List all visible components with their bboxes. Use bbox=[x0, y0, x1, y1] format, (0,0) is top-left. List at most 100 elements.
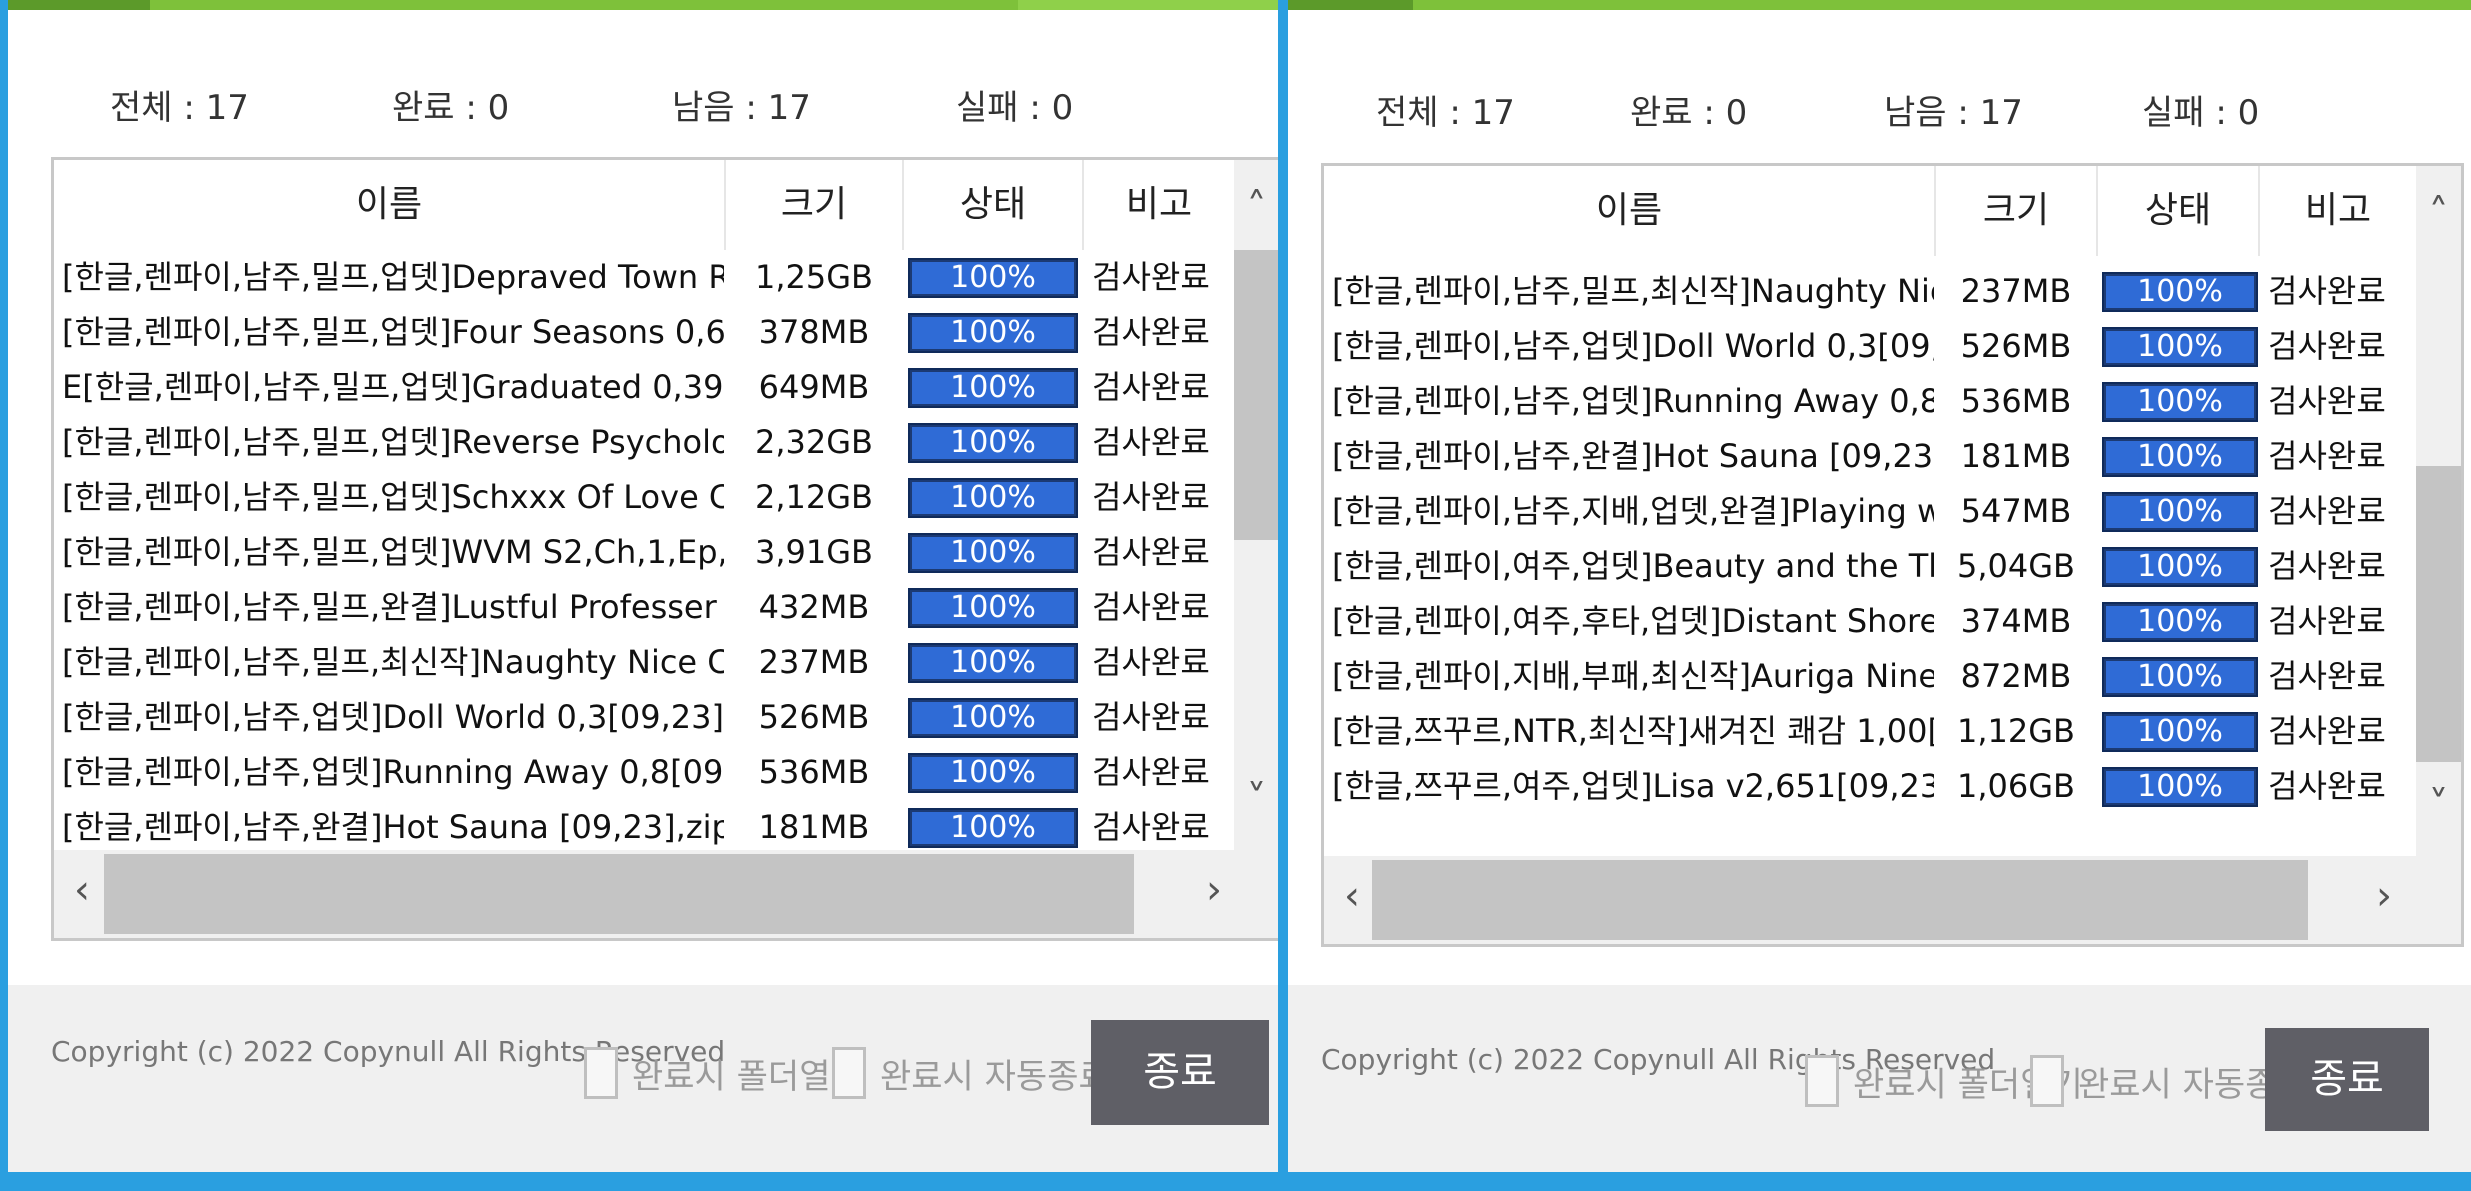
list-item[interactable]: [한글,렌파이,남주,완결]Hot Sauna [09,23],zip,ezc 1… bbox=[54, 800, 1234, 855]
list-item[interactable]: [한글,렌파이,여주,후타,업뎃]Distant Shores, SAGA 0,… bbox=[1324, 594, 2416, 649]
horizontal-scrollbar[interactable]: ‹ › bbox=[54, 850, 1278, 938]
vertical-scroll-thumb[interactable] bbox=[1234, 250, 1278, 540]
open-folder-checkbox[interactable]: 완료시 폴더열기 bbox=[584, 1047, 862, 1099]
file-size: 536MB bbox=[1960, 382, 2072, 420]
list-item[interactable]: [한글,렌파이,남주,밀프,완결]Lustful Professer [09,2… bbox=[54, 580, 1234, 635]
progress-bar: 100% bbox=[2102, 492, 2258, 532]
vertical-scrollbar[interactable]: ˄ ˅ bbox=[2416, 166, 2461, 856]
close-button[interactable]: 종료 bbox=[1091, 1020, 1269, 1125]
list-item[interactable]: [한글,쯔꾸르,여주,업뎃]Lisa v2,651[09,23],zip,ezc… bbox=[1324, 759, 2416, 814]
file-note: 검사완료 bbox=[1092, 313, 1210, 351]
file-name: [한글,렌파이,남주,업뎃]Doll World 0,3[09,23],zip,… bbox=[1332, 327, 1934, 365]
file-size: 649MB bbox=[758, 368, 870, 406]
file-note: 검사완료 bbox=[1092, 698, 1210, 736]
file-list[interactable]: 이름 크기 상태 비고 [한글,렌파이,남주,밀프,최신작]Naughty Ni… bbox=[1321, 163, 2464, 947]
progress-bar: 100% bbox=[2102, 767, 2258, 807]
progress-label: 100% bbox=[2137, 274, 2223, 309]
list-header: 이름 크기 상태 비고 bbox=[1324, 166, 2416, 256]
summary-remain: 남음 : 17 bbox=[672, 88, 811, 128]
auto-close-label: 완료시 자동종료 bbox=[880, 1056, 1110, 1097]
auto-close-checkbox[interactable]: 완료시 자동종료 bbox=[832, 1047, 1110, 1099]
progress-bar: 100% bbox=[2102, 382, 2258, 422]
list-item[interactable]: [한글,렌파이,지배,부패,최신작]Auriga Nine 0,1[09,23]… bbox=[1324, 649, 2416, 704]
list-item[interactable]: [한글,렌파이,남주,업뎃]Doll World 0,3[09,23],zip,… bbox=[54, 690, 1234, 745]
checkbox-box[interactable] bbox=[832, 1047, 866, 1099]
chevron-down-icon[interactable]: ˅ bbox=[2416, 786, 2461, 826]
file-size: 872MB bbox=[1960, 657, 2072, 695]
chevron-up-icon[interactable]: ˄ bbox=[1234, 188, 1278, 228]
list-item[interactable]: [한글,렌파이,남주,밀프,최신작]Naughty Nice Ch,1[09,2… bbox=[1324, 264, 2416, 319]
file-size: 378MB bbox=[758, 313, 870, 351]
list-item[interactable]: [한글,렌파이,남주,밀프,업뎃]WVM S2,Ch,1,Ep,2[09,23]… bbox=[54, 525, 1234, 580]
file-note: 검사완료 bbox=[2268, 602, 2386, 640]
checkbox-box[interactable] bbox=[1805, 1055, 1839, 1107]
list-item[interactable]: [한글,렌파이,남주,밀프,최신작]Naughty Nice Ch,1[09,2… bbox=[54, 635, 1234, 690]
file-name: [한글,렌파이,남주,밀프,완결]Lustful Professer [09,2… bbox=[62, 588, 724, 626]
list-item[interactable]: E[한글,렌파이,남주,밀프,업뎃]Graduated 0,39[09,23],… bbox=[54, 360, 1234, 415]
column-name[interactable]: 이름 bbox=[54, 160, 724, 250]
column-note[interactable]: 비고 bbox=[2260, 166, 2416, 256]
column-name[interactable]: 이름 bbox=[1324, 166, 1934, 256]
progress-label: 100% bbox=[950, 645, 1036, 680]
list-item[interactable]: [한글,렌파이,남주,밀프,업뎃]Reverse Psychology 0,15… bbox=[54, 415, 1234, 470]
chevron-left-icon[interactable]: ‹ bbox=[62, 870, 102, 910]
title-accent-bar bbox=[8, 0, 1278, 10]
summary-total: 전체 : 17 bbox=[110, 88, 249, 128]
file-name: [한글,렌파이,남주,업뎃]Running Away 0,8[09,23],zi… bbox=[1332, 382, 1934, 420]
list-item[interactable]: [한글,렌파이,여주,업뎃]Beauty and the Thug 0,1,2a… bbox=[1324, 539, 2416, 594]
file-name: [한글,렌파이,남주,밀프,업뎃]WVM S2,Ch,1,Ep,2[09,23]… bbox=[62, 533, 724, 571]
vertical-scroll-thumb[interactable] bbox=[2416, 466, 2461, 762]
file-name: [한글,쯔꾸르,여주,업뎃]Lisa v2,651[09,23],zip,ezc bbox=[1332, 767, 1934, 805]
chevron-right-icon[interactable]: › bbox=[1194, 870, 1234, 910]
summary-total: 전체 : 17 bbox=[1376, 93, 1515, 133]
list-item[interactable]: [한글,렌파이,남주,업뎃]Running Away 0,8[09,23],zi… bbox=[54, 745, 1234, 800]
horizontal-scroll-thumb[interactable] bbox=[104, 854, 1134, 934]
progress-bar: 100% bbox=[2102, 437, 2258, 477]
progress-bar: 100% bbox=[2102, 657, 2258, 697]
checkbox-box[interactable] bbox=[584, 1047, 618, 1099]
vertical-scrollbar[interactable]: ˄ ˅ bbox=[1234, 160, 1278, 850]
file-name: [한글,렌파이,남주,지배,업뎃,완결]Playing with Fire 1,… bbox=[1332, 492, 1934, 530]
list-item[interactable]: [한글,렌파이,남주,업뎃]Doll World 0,3[09,23],zip,… bbox=[1324, 319, 2416, 374]
checkbox-box[interactable] bbox=[2030, 1055, 2064, 1107]
column-size[interactable]: 크기 bbox=[1936, 166, 2096, 256]
column-status[interactable]: 상태 bbox=[904, 160, 1082, 250]
list-item[interactable]: [한글,렌파이,남주,밀프,업뎃]Four Seasons 0,6[09,23]… bbox=[54, 305, 1234, 360]
file-note: 검사완료 bbox=[2268, 657, 2386, 695]
file-list[interactable]: 이름 크기 상태 비고 [한글,렌파이,남주,밀프,업뎃]Depraved To… bbox=[51, 157, 1278, 941]
chevron-right-icon[interactable]: › bbox=[2364, 876, 2404, 916]
progress-label: 100% bbox=[950, 700, 1036, 735]
chevron-left-icon[interactable]: ‹ bbox=[1332, 876, 1372, 916]
progress-bar: 100% bbox=[908, 753, 1078, 793]
list-item[interactable]: [한글,렌파이,남주,업뎃]Running Away 0,8[09,23],zi… bbox=[1324, 374, 2416, 429]
progress-label: 100% bbox=[2137, 549, 2223, 584]
column-note[interactable]: 비고 bbox=[1084, 160, 1234, 250]
summary-bar: 전체 : 17 완료 : 0 남음 : 17 실패 : 0 bbox=[8, 80, 1278, 130]
progress-label: 100% bbox=[2137, 769, 2223, 804]
list-item[interactable]: [한글,렌파이,남주,밀프,업뎃]Schxxx Of Love Clubs 0,… bbox=[54, 470, 1234, 525]
close-button[interactable]: 종료 bbox=[2265, 1028, 2429, 1131]
summary-done: 완료 : 0 bbox=[1630, 93, 1748, 133]
footer: Copyright (c) 2022 Copynull All Rights R… bbox=[8, 985, 1278, 1172]
file-note: 검사완료 bbox=[1092, 478, 1210, 516]
horizontal-scroll-thumb[interactable] bbox=[1372, 860, 2308, 940]
list-item[interactable]: [한글,렌파이,남주,밀프,업뎃]Depraved Town Remake 0,… bbox=[54, 250, 1234, 305]
file-name: [한글,렌파이,남주,완결]Hot Sauna [09,23],zip,ezc bbox=[62, 808, 724, 846]
checker-window-right: 전체 : 17 완료 : 0 남음 : 17 실패 : 0 이름 크기 상태 비… bbox=[1288, 0, 2471, 1172]
list-item[interactable]: [한글,쯔꾸르,NTR,최신작]새겨진 쾌감 1,00[09,23],zip,e… bbox=[1324, 704, 2416, 759]
summary-remain: 남음 : 17 bbox=[1884, 93, 2023, 133]
chevron-up-icon[interactable]: ˄ bbox=[2416, 194, 2461, 234]
progress-label: 100% bbox=[2137, 714, 2223, 749]
progress-label: 100% bbox=[950, 590, 1036, 625]
column-status[interactable]: 상태 bbox=[2098, 166, 2258, 256]
list-item[interactable]: [한글,렌파이,남주,완결]Hot Sauna [09,23],zip,ezc 1… bbox=[1324, 429, 2416, 484]
list-item[interactable]: [한글,렌파이,남주,지배,업뎃,완결]Playing with Fire 1,… bbox=[1324, 484, 2416, 539]
column-size[interactable]: 크기 bbox=[726, 160, 902, 250]
horizontal-scrollbar[interactable]: ‹ › bbox=[1324, 856, 2461, 944]
file-name: [한글,렌파이,남주,업뎃]Running Away 0,8[09,23],zi… bbox=[62, 753, 724, 791]
file-note: 검사완료 bbox=[1092, 588, 1210, 626]
list-header: 이름 크기 상태 비고 bbox=[54, 160, 1234, 250]
file-note: 검사완료 bbox=[2268, 547, 2386, 585]
progress-bar: 100% bbox=[908, 368, 1078, 408]
chevron-down-icon[interactable]: ˅ bbox=[1234, 780, 1278, 820]
